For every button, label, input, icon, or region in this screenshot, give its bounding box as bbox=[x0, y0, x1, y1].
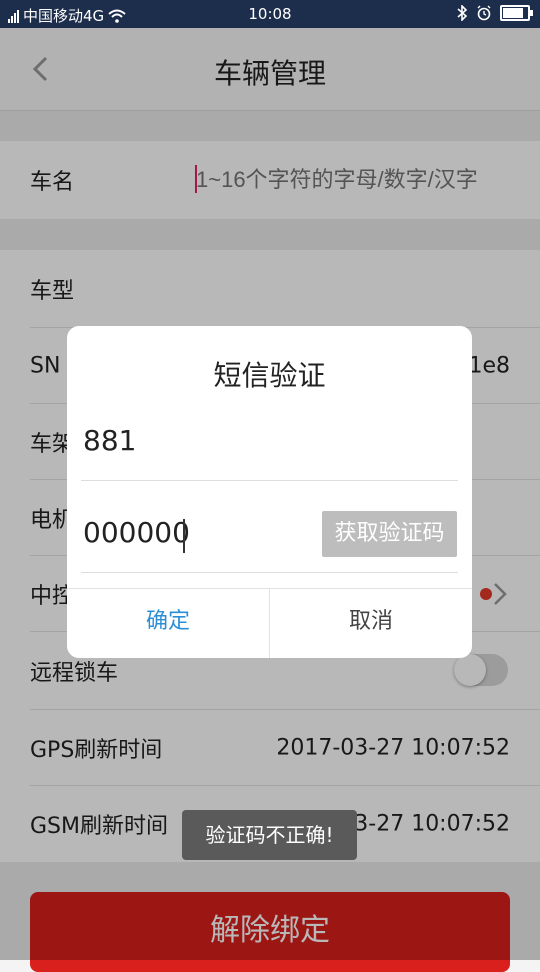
get-code-button[interactable]: 获取验证码 bbox=[322, 511, 457, 557]
dialog-buttons: 确定 取消 bbox=[67, 588, 472, 658]
field-underline bbox=[81, 572, 458, 573]
cancel-button[interactable]: 取消 bbox=[269, 589, 472, 658]
dialog-title: 短信验证 bbox=[213, 359, 326, 392]
code-field[interactable]: 000000 bbox=[83, 516, 190, 549]
status-right bbox=[456, 5, 533, 21]
bluetooth-icon bbox=[457, 5, 468, 21]
confirm-button[interactable]: 确定 bbox=[67, 589, 269, 658]
error-toast: 验证码不正确! bbox=[182, 810, 357, 860]
field-underline bbox=[81, 480, 458, 481]
alarm-icon bbox=[477, 5, 491, 21]
status-bar: 中国移动4G 10:08 bbox=[0, 0, 540, 28]
battery-icon bbox=[500, 5, 533, 21]
sms-verify-dialog: 短信验证 881 000000 获取验证码 确定 取消 bbox=[67, 326, 472, 658]
phone-field[interactable]: 881 bbox=[83, 424, 136, 457]
text-caret bbox=[183, 519, 185, 553]
